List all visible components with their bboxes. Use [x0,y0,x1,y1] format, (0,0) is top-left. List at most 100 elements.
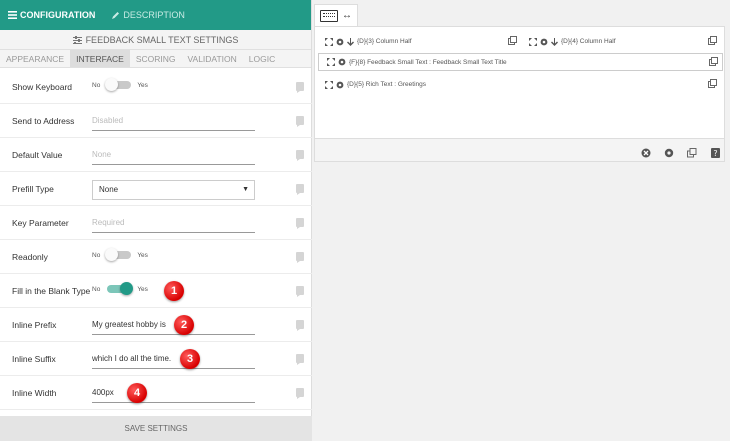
default-value-label: Default Value [12,149,63,160]
top-tab-bar: CONFIGURATION DESCRIPTION [0,0,311,30]
row-inline-suffix: Inline Suffix which I do all the time. 3 [0,342,312,376]
component-feedback-small-text[interactable]: {F}{8} Feedback Small Text : Feedback Sm… [318,53,723,71]
inline-suffix-label: Inline Suffix [12,353,56,364]
annotation-marker-4: 4 [127,383,147,403]
component-label: {D}{4} Column Half [561,38,616,45]
key-parameter-input[interactable]: Required [92,213,255,233]
menu-icon [8,11,17,19]
key-parameter-label: Key Parameter [12,217,69,228]
help-icon[interactable] [296,354,304,365]
toggle-switch[interactable] [107,282,134,295]
default-value-input[interactable]: None [92,145,255,165]
row-inline-width: Inline Width 400px 4 [0,376,312,410]
subtab-scoring[interactable]: SCORING [130,50,182,67]
annotation-marker-3: 3 [180,349,200,369]
expand-icon[interactable] [325,37,333,46]
tab-configuration[interactable]: CONFIGURATION [0,0,103,30]
settings-title-text: FEEDBACK SMALL TEXT SETTINGS [85,34,239,45]
component-rich-text[interactable]: {D}{5} Rich Text : Greetings [325,76,721,93]
gear-icon[interactable] [540,38,548,46]
help-icon[interactable] [296,286,304,297]
settings-rows: Show Keyboard No Yes Send to Address Dis… [0,70,312,410]
annotation-marker-1: 1 [164,281,184,301]
toggle-off-label: No [92,251,101,259]
expand-icon[interactable] [325,80,333,89]
settings-subtabs: APPEARANCE INTERFACE SCORING VALIDATION … [0,50,311,68]
subtab-validation[interactable]: VALIDATION [181,50,242,67]
expand-icon[interactable] [529,37,537,46]
canvas-toolbar: ↔ [314,4,358,26]
duplicate-icon[interactable] [708,79,717,90]
tab-description[interactable]: DESCRIPTION [103,0,193,30]
toggle-on-label: Yes [137,81,148,89]
edit-icon [112,11,120,19]
fill-blank-type-label: Fill in the Blank Type [12,285,91,296]
inline-width-input[interactable]: 400px [92,383,255,403]
readonly-label: Readonly [12,251,48,262]
component-column-half[interactable]: {D}{4} Column Half [529,33,721,50]
duplicate-icon[interactable] [709,57,718,68]
duplicate-icon[interactable] [708,36,717,47]
subtab-appearance[interactable]: APPEARANCE [0,50,70,67]
row-show-keyboard: Show Keyboard No Yes [0,70,312,104]
help-icon[interactable] [296,150,304,161]
prefill-type-label: Prefill Type [12,183,54,194]
send-to-address-label: Send to Address [12,115,75,126]
gear-icon[interactable] [664,145,674,163]
row-readonly: Readonly No Yes [0,240,312,274]
prefill-type-select[interactable]: None ▼ [92,180,255,200]
toggle-on-label: Yes [137,285,148,293]
component-column-half[interactable]: {D}{3} Column Half [325,33,521,50]
expand-icon[interactable] [327,58,335,66]
toggle-switch[interactable] [105,78,132,91]
subtab-interface[interactable]: INTERFACE [70,50,130,67]
row-key-parameter: Key Parameter Required [0,206,312,240]
arrow-down-icon[interactable] [551,37,558,46]
arrow-down-icon[interactable] [347,37,354,46]
row-default-value: Default Value None [0,138,312,172]
show-keyboard-toggle[interactable]: No Yes [92,78,148,91]
canvas-footer: ? [314,138,725,162]
svg-text:?: ? [713,149,717,158]
annotation-marker-2: 2 [174,315,194,335]
help-icon[interactable] [296,252,304,263]
gear-icon[interactable] [336,38,344,46]
component-label: {D}{5} Rich Text : Greetings [347,81,427,88]
row-prefill-type: Prefill Type None ▼ [0,172,312,206]
row-fill-blank-type: Fill in the Blank Type No Yes 1 [0,274,312,308]
send-to-address-input[interactable]: Disabled [92,111,255,131]
close-circle-icon[interactable] [641,145,651,163]
duplicate-icon[interactable] [508,36,517,47]
gear-icon[interactable] [336,81,344,89]
inline-width-label: Inline Width [12,387,57,398]
help-icon[interactable]: ? [711,145,720,163]
keyboard-icon[interactable] [320,9,338,22]
toggle-knob [105,248,119,261]
help-icon[interactable] [296,320,304,331]
help-icon[interactable] [296,218,304,229]
inline-prefix-label: Inline Prefix [12,319,57,330]
tab-configuration-label: CONFIGURATION [20,10,96,20]
toggle-switch[interactable] [105,248,132,261]
resize-arrows-icon[interactable]: ↔ [342,10,352,21]
caret-down-icon: ▼ [242,186,249,193]
help-icon[interactable] [296,388,304,399]
toggle-knob [120,282,134,295]
save-settings-button[interactable]: SAVE SETTINGS [0,416,312,441]
settings-panel: CONFIGURATION DESCRIPTION FEEDBACK SMALL… [0,0,312,441]
readonly-toggle[interactable]: No Yes [92,248,148,261]
help-icon[interactable] [296,184,304,195]
help-icon[interactable] [296,116,304,127]
duplicate-icon[interactable] [687,145,697,163]
toggle-off-label: No [92,285,101,293]
fill-blank-toggle[interactable]: No Yes [92,282,148,295]
inline-suffix-input[interactable]: which I do all the time. [92,349,255,369]
help-icon[interactable] [296,82,304,93]
tab-description-label: DESCRIPTION [123,10,185,20]
toggle-knob [105,78,119,91]
sliders-icon [72,35,82,44]
prefill-type-value: None [99,185,119,194]
row-inline-prefix: Inline Prefix My greatest hobby is 2 [0,308,312,342]
subtab-logic[interactable]: LOGIC [243,50,281,67]
gear-icon[interactable] [338,58,346,66]
